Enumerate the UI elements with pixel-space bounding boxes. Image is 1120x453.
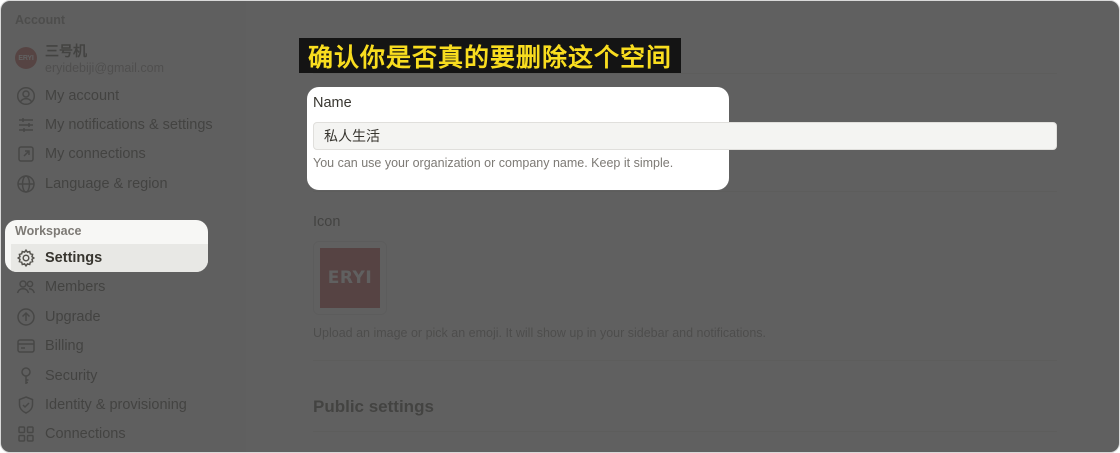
- divider: [313, 191, 1057, 192]
- sidebar-item-identity[interactable]: Identity & provisioning: [11, 391, 241, 419]
- sidebar-item-connections-personal[interactable]: My connections: [11, 140, 241, 168]
- tutorial-caption: 确认你是否真的要删除这个空间: [299, 38, 682, 73]
- sidebar-item-label: My account: [45, 88, 120, 104]
- settings-window: Account ERYI 三号机 eryidebiji@gmail.com My…: [0, 0, 1120, 453]
- user-circle-icon: [15, 85, 37, 107]
- sidebar-item-label: Language & region: [45, 176, 168, 192]
- sidebar-item-notifications[interactable]: My notifications & settings: [11, 111, 241, 139]
- sidebar-item-label: Billing: [45, 338, 84, 354]
- sidebar-item-label: Members: [45, 279, 106, 295]
- name-field-card: Name You can use your organization or co…: [307, 87, 729, 190]
- name-hint: You can use your organization or company…: [313, 156, 674, 170]
- user-name: 三号机: [45, 43, 87, 59]
- external-link-icon: [15, 143, 37, 165]
- name-label: Name: [313, 95, 352, 111]
- arrow-up-circle-icon: [15, 306, 37, 328]
- sliders-icon: [15, 114, 37, 136]
- sidebar-item-label: Settings: [45, 250, 103, 266]
- sidebar-item-language[interactable]: Language & region: [11, 170, 241, 198]
- gear-icon: [15, 247, 37, 269]
- settings-item-card: Workspace Settings: [5, 220, 208, 272]
- grid-icon: [15, 423, 37, 445]
- divider: [313, 360, 1057, 361]
- sidebar-item-label: Upgrade: [45, 309, 101, 325]
- sidebar-item-label: My connections: [45, 146, 146, 162]
- sidebar-item-my-account[interactable]: My account: [11, 82, 241, 110]
- sidebar-item-members[interactable]: Members: [11, 273, 241, 301]
- user-profile: ERYI 三号机 eryidebiji@gmail.com: [15, 39, 235, 75]
- sidebar-item-label: My notifications & settings: [45, 117, 213, 133]
- sidebar-item-label: Connections: [45, 426, 126, 442]
- sidebar-item-connections[interactable]: Connections: [11, 420, 241, 448]
- public-settings-title: Public settings: [313, 397, 434, 416]
- workspace-icon-picker[interactable]: ERYI: [313, 241, 387, 315]
- sidebar-item-security[interactable]: Security: [11, 362, 241, 390]
- people-icon: [15, 276, 37, 298]
- user-email: eryidebiji@gmail.com: [45, 61, 164, 75]
- sidebar-item-upgrade[interactable]: Upgrade: [11, 303, 241, 331]
- credit-card-icon: [15, 335, 37, 357]
- account-section-label: Account: [15, 13, 65, 27]
- sidebar-item-settings[interactable]: Settings: [11, 244, 208, 272]
- workspace-logo: ERYI: [320, 248, 380, 308]
- icon-label: Icon: [313, 214, 341, 230]
- key-icon: [15, 365, 37, 387]
- avatar: ERYI: [15, 47, 37, 69]
- sidebar-item-label: Security: [45, 368, 98, 384]
- workspace-name-input[interactable]: [313, 122, 729, 150]
- sidebar-item-billing[interactable]: Billing: [11, 332, 241, 360]
- divider: [313, 431, 1057, 432]
- workspace-section-label: Workspace: [15, 224, 82, 238]
- shield-check-icon: [15, 394, 37, 416]
- sidebar-item-label: Identity & provisioning: [45, 397, 187, 413]
- icon-hint: Upload an image or pick an emoji. It wil…: [313, 326, 767, 340]
- globe-icon: [15, 173, 37, 195]
